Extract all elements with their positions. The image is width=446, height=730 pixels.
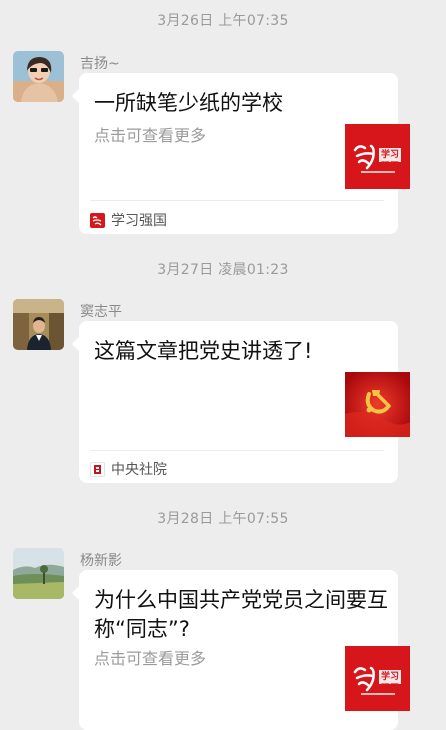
source-name: 中央社院 [111, 462, 167, 478]
timestamp: 3月28日 上午07:55 [157, 511, 289, 527]
xuexi-qiangguo-logo-icon [90, 212, 105, 228]
zhongyang-sheyuan-logo-icon [90, 461, 105, 477]
avatar[interactable] [13, 51, 64, 102]
xuexi-qiangguo-logo-icon [345, 124, 410, 189]
sender-name: 窦志平 [80, 304, 122, 320]
party-emblem-icon [345, 372, 410, 437]
thumbnail-label: 学习强国 [380, 150, 399, 172]
article-thumbnail [345, 372, 410, 437]
xuexi-qiangguo-logo-icon [345, 646, 410, 711]
card-divider [90, 450, 384, 451]
avatar[interactable] [13, 548, 64, 599]
avatar[interactable] [13, 299, 64, 350]
article-title: 这篇文章把党史讲透了! [94, 339, 313, 363]
sender-name: 杨新影 [80, 553, 122, 569]
article-source[interactable]: 中央社院 [90, 459, 167, 479]
article-description: 点击可查看更多 [94, 126, 207, 145]
card-divider [90, 200, 384, 201]
article-card[interactable]: 一所缺笔少纸的学校 点击可查看更多 学习强国 学习强国 [72, 73, 410, 234]
article-description: 点击可查看更多 [94, 649, 207, 668]
article-thumbnail: 学习强国 [345, 646, 410, 711]
timestamp: 3月27日 凌晨01:23 [157, 262, 289, 278]
article-card[interactable]: 为什么中国共产党党员之间要互称“同志”? 点击可查看更多 学习强国 [72, 570, 410, 730]
article-card[interactable]: 这篇文章把党史讲透了! 中央社院 [72, 321, 410, 483]
article-source[interactable]: 学习强国 [90, 210, 167, 230]
thumbnail-label: 学习强国 [380, 672, 399, 694]
source-name: 学习强国 [111, 213, 167, 229]
article-thumbnail: 学习强国 [345, 124, 410, 189]
timestamp: 3月26日 上午07:35 [157, 13, 289, 29]
sender-name: 吉扬~ [80, 56, 120, 72]
article-title: 一所缺笔少纸的学校 [94, 91, 283, 115]
article-title: 为什么中国共产党党员之间要互称“同志”? [94, 588, 388, 641]
